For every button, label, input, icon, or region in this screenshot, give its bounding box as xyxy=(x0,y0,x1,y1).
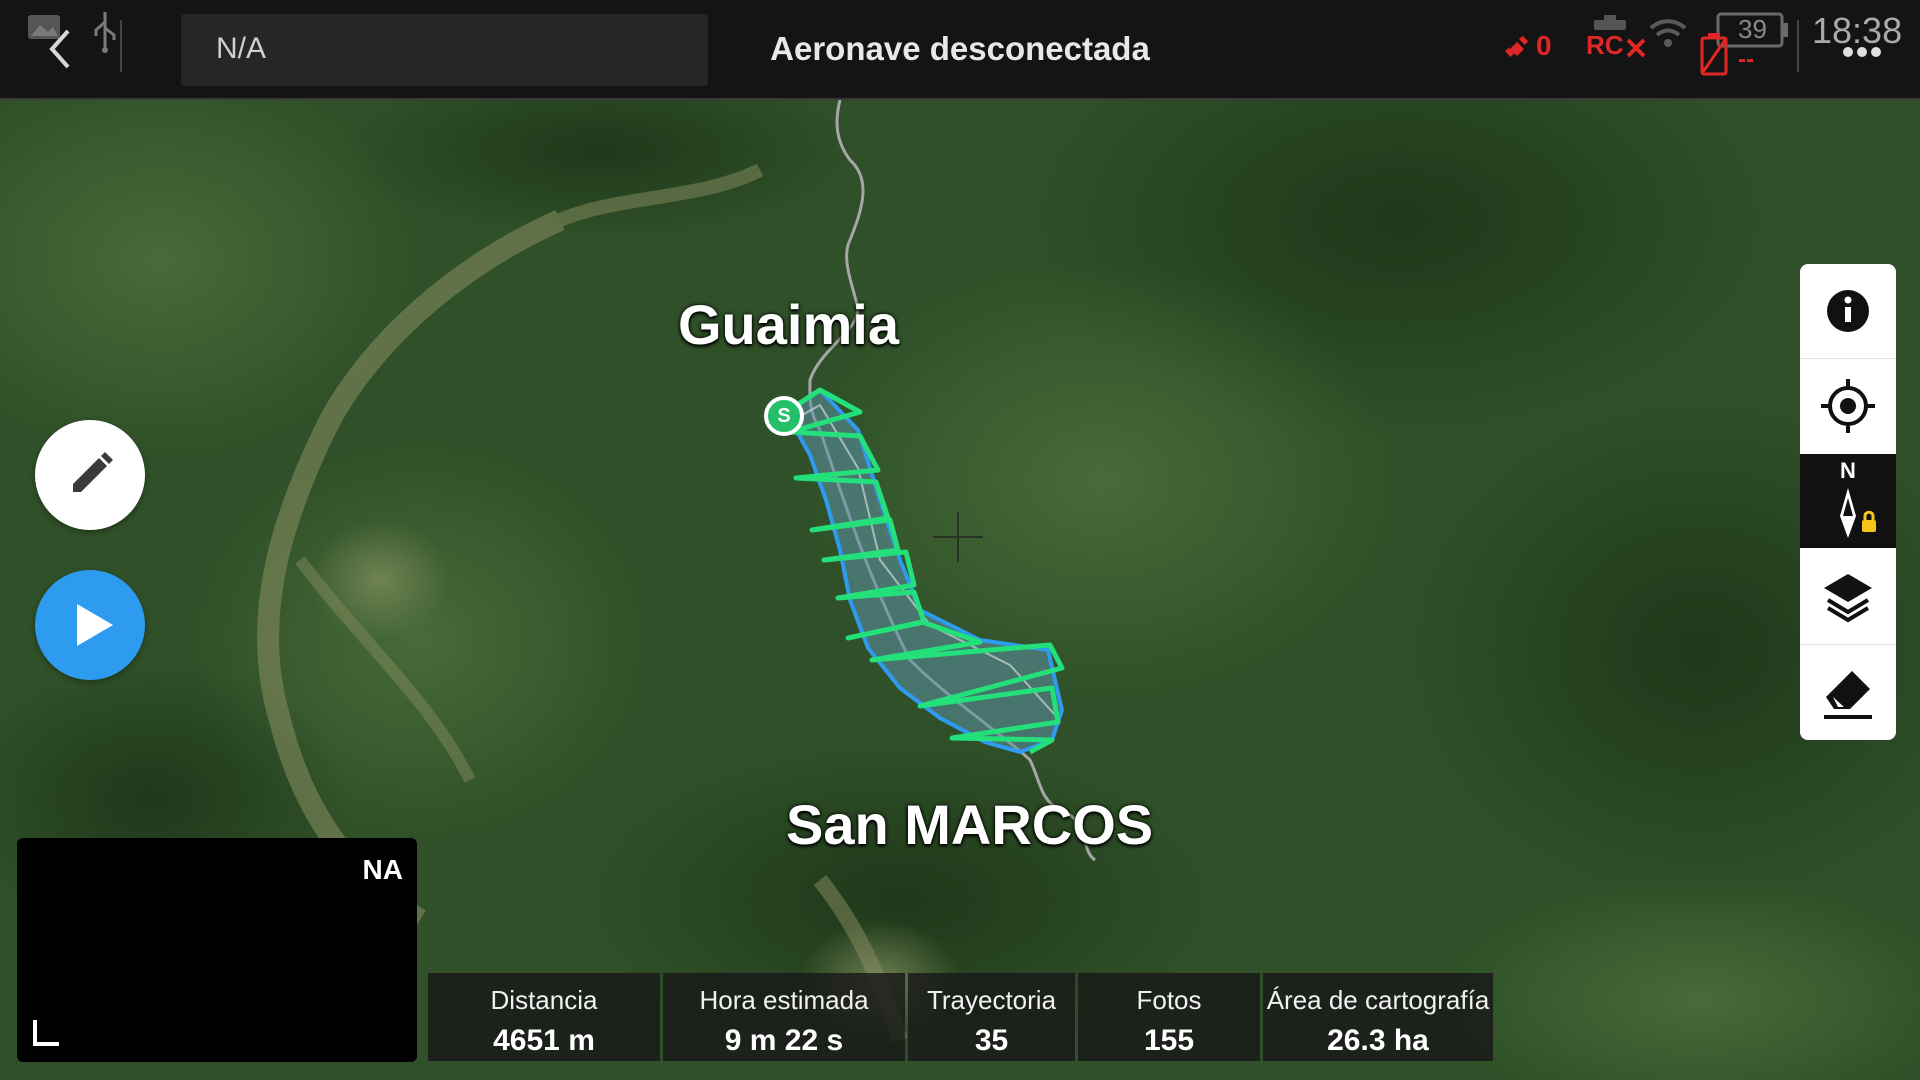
info-estimated-time: Hora estimada 9 m 22 s xyxy=(663,973,905,1061)
locate-button[interactable] xyxy=(1800,359,1896,453)
usb-icon xyxy=(94,12,116,53)
map-toolbar: N xyxy=(1800,264,1896,740)
info-mapping-area: Área de cartografía 26.3 ha xyxy=(1263,973,1493,1061)
rc-disconnected-icon xyxy=(1626,38,1646,58)
more-icon[interactable] xyxy=(1842,46,1882,58)
info-trajectory: Trayectoria 35 xyxy=(908,973,1075,1061)
info-area-label: Área de cartografía xyxy=(1266,985,1490,1015)
satellite-icon xyxy=(1505,36,1529,57)
info-photos: Fotos 155 xyxy=(1078,973,1260,1061)
layers-icon xyxy=(1824,574,1872,623)
aircraft-battery-icon xyxy=(1700,33,1728,76)
wifi-icon xyxy=(1649,19,1687,47)
map-label-san-marcos: San MARCOS xyxy=(786,793,1154,856)
info-distance: Distancia 4651 m xyxy=(428,973,660,1061)
info-trajectory-value: 35 xyxy=(974,1024,1009,1057)
corner-bracket-icon xyxy=(33,1020,59,1046)
info-area-value: 26.3 ha xyxy=(1327,1024,1429,1057)
start-mission-button[interactable] xyxy=(35,570,145,680)
aircraft-battery-value: -- xyxy=(1738,46,1754,73)
satellite-count: 0 xyxy=(1536,30,1552,61)
rc-status-label: RC xyxy=(1586,30,1624,60)
info-time-label: Hora estimada xyxy=(699,985,869,1015)
search-field[interactable]: N/A xyxy=(181,14,708,86)
info-distance-label: Distancia xyxy=(490,985,598,1015)
top-bar: N/A Aeronave desconectada 0 RC 39 -- 18:… xyxy=(0,0,1920,100)
info-time-value: 9 m 22 s xyxy=(724,1024,844,1057)
info-photos-value: 155 xyxy=(1143,1024,1195,1057)
camera-preview[interactable]: NA xyxy=(17,838,417,1062)
battery-percent: 39 xyxy=(1738,14,1767,44)
info-photos-label: Fotos xyxy=(1136,985,1202,1015)
edit-button[interactable] xyxy=(35,420,145,530)
info-trajectory-label: Trayectoria xyxy=(926,985,1057,1015)
pencil-icon xyxy=(73,452,113,492)
start-marker-label[interactable]: S xyxy=(770,402,798,430)
search-value: N/A xyxy=(216,32,267,65)
divider xyxy=(1797,20,1799,72)
info-distance-value: 4651 m xyxy=(493,1024,595,1057)
connection-status-title: Aeronave desconectada xyxy=(770,30,1150,67)
info-icon xyxy=(1827,290,1869,332)
back-icon[interactable] xyxy=(38,24,84,74)
play-icon xyxy=(77,604,113,646)
divider xyxy=(120,20,122,72)
locate-icon xyxy=(1821,379,1875,433)
eraser-button[interactable] xyxy=(1800,645,1896,739)
preview-label: NA xyxy=(362,854,403,885)
compass-north-label: N xyxy=(1840,458,1856,483)
layers-button[interactable] xyxy=(1800,550,1896,644)
rc-device-icon xyxy=(1594,15,1626,30)
info-button[interactable] xyxy=(1800,264,1896,358)
eraser-icon xyxy=(1824,671,1872,719)
map-label-guaimia: Guaimia xyxy=(678,293,899,356)
compass-lock-button[interactable]: N xyxy=(1800,454,1896,548)
